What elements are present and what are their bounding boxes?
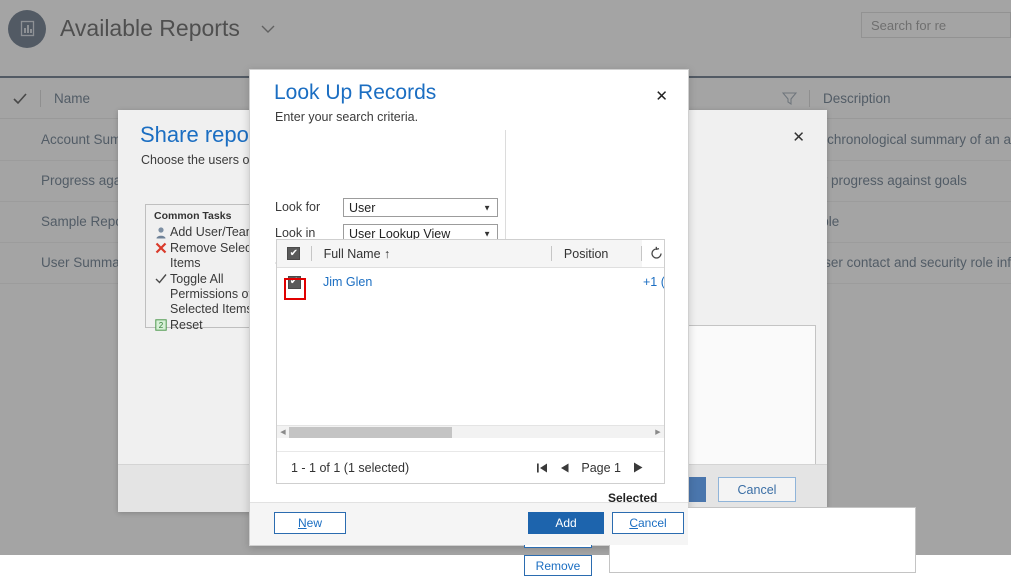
chevron-left-icon[interactable]: ◀ (277, 428, 289, 436)
new-button-accelerator: N (298, 516, 307, 530)
remove-button[interactable]: Remove (524, 555, 592, 576)
lookup-dialog-title: Look Up Records (274, 81, 436, 105)
column-header-full-name-label: Full Name (324, 247, 381, 261)
prev-page-icon[interactable] (559, 462, 570, 474)
scrollbar-thumb[interactable] (289, 427, 452, 438)
horizontal-scrollbar[interactable]: ◀ ▶ (277, 425, 664, 438)
svg-text:2: 2 (158, 321, 163, 330)
user-add-icon (152, 225, 169, 239)
look-for-select[interactable]: User ▼ (343, 198, 498, 217)
first-page-icon[interactable] (536, 462, 548, 474)
page-label: Page 1 (581, 461, 621, 475)
record-count-label: 1 - 1 of 1 (1 selected) (277, 461, 409, 475)
reset-icon: 2 (152, 318, 169, 331)
look-for-value: User (349, 201, 375, 215)
caret-down-icon: ▼ (483, 229, 491, 238)
cell-phone: +1 (4. (643, 275, 664, 289)
refresh-icon[interactable] (642, 240, 664, 267)
scrollbar-track[interactable] (289, 427, 652, 438)
results-grid-header: ✔ Full Name ↑ Position (277, 240, 664, 268)
paging-bar: 1 - 1 of 1 (1 selected) Page 1 (277, 451, 664, 483)
row-checkbox[interactable]: ✔ (277, 276, 311, 289)
cancel-button[interactable]: Cancel (612, 512, 684, 534)
look-in-label: Look in (275, 226, 315, 240)
share-dialog-title: Share report (140, 122, 262, 148)
lookup-results-grid: ✔ Full Name ↑ Position ✔ Jim Glen (276, 239, 665, 484)
red-x-icon (152, 241, 169, 254)
add-button[interactable]: Add (528, 512, 604, 534)
select-all-checkbox[interactable]: ✔ (277, 247, 311, 260)
common-task-label: Add User/Team (169, 225, 256, 240)
close-icon[interactable]: ✕ (655, 87, 668, 105)
sort-ascending-icon: ↑ (384, 247, 390, 261)
column-header-position[interactable]: Position (552, 247, 641, 261)
checkbox-checked-icon: ✔ (287, 247, 300, 260)
paging-controls: Page 1 (536, 461, 664, 475)
lookup-dialog-subtitle: Enter your search criteria. (275, 110, 418, 124)
caret-down-icon: ▼ (483, 203, 491, 212)
look-for-label: Look for (275, 200, 320, 214)
table-row[interactable]: ✔ Jim Glen +1 (4. (277, 268, 664, 296)
new-button[interactable]: New (274, 512, 346, 534)
next-page-icon[interactable] (632, 461, 644, 474)
chevron-right-icon[interactable]: ▶ (652, 428, 664, 436)
new-button-label: ew (307, 516, 322, 530)
look-up-records-dialog: Look Up Records Enter your search criter… (249, 69, 689, 546)
cancel-button-label: ancel (638, 516, 667, 530)
close-icon[interactable]: ✕ (792, 128, 805, 146)
cell-full-name[interactable]: Jim Glen (311, 275, 553, 289)
share-cancel-button[interactable]: Cancel (718, 477, 796, 502)
column-header-full-name[interactable]: Full Name ↑ (312, 247, 551, 261)
lookup-dialog-footer: New Add Cancel (250, 502, 688, 545)
common-task-label: Reset (169, 318, 203, 333)
cancel-button-accelerator: C (629, 516, 638, 530)
annotation-highlight-box (284, 278, 306, 300)
checkmark-icon (152, 272, 169, 284)
